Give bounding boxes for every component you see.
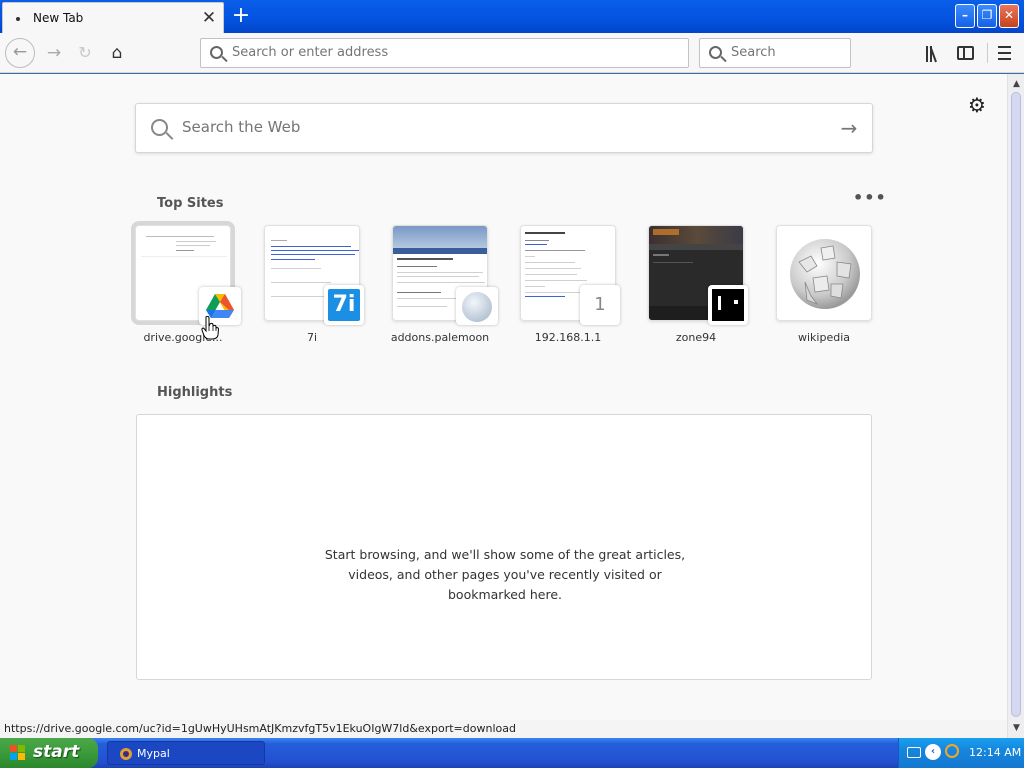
windows-taskbar: start Mypal ‹ 12:14 AM	[0, 738, 1024, 768]
taskbar-item-mypal[interactable]: Mypal	[107, 741, 265, 765]
menu-line	[998, 52, 1011, 54]
tab-label: New Tab	[33, 11, 84, 25]
tab-strip: New Tab ✕ + – ❐ ✕	[0, 0, 1024, 33]
library-icon	[926, 46, 928, 62]
tab-new-tab[interactable]: New Tab ✕	[2, 2, 224, 33]
clock: 12:14 AM	[969, 746, 1022, 759]
library-button[interactable]	[924, 44, 944, 63]
status-bar: https://drive.google.com/uc?id=1gUwHyUHs…	[0, 720, 1007, 738]
scroll-down-arrow-icon[interactable]: ▼	[1009, 720, 1024, 736]
menu-line	[998, 46, 1011, 48]
toolbar-separator	[987, 43, 988, 63]
7i-badge-text: 7i	[328, 289, 360, 321]
windows-logo-icon	[10, 745, 26, 761]
search-bar[interactable]	[699, 38, 851, 68]
vertical-scrollbar[interactable]: ▲ ▼	[1007, 74, 1024, 738]
reload-button[interactable]: ↻	[71, 39, 99, 67]
highlights-panel: Start browsing, and we'll show some of t…	[136, 414, 872, 680]
sidebar-icon[interactable]	[957, 46, 974, 60]
status-link-url: https://drive.google.com/uc?id=1gUwHyUHs…	[4, 722, 516, 735]
maximize-button[interactable]: ❐	[977, 4, 997, 28]
system-tray: ‹ 12:14 AM	[898, 738, 1024, 768]
hamburger-menu-icon[interactable]	[995, 44, 1015, 62]
search-icon	[709, 46, 722, 59]
top-site-label: drive.google...	[143, 331, 223, 344]
zone94-icon	[708, 285, 748, 325]
top-site-label: 192.168.1.1	[534, 331, 602, 344]
back-button[interactable]: ←	[5, 38, 35, 68]
taskbar-item-label: Mypal	[137, 747, 170, 760]
web-search-box[interactable]: →	[135, 103, 873, 153]
home-button[interactable]: ⌂	[103, 39, 131, 67]
top-sites-heading: Top Sites	[157, 196, 224, 211]
site-thumbnail	[776, 225, 872, 321]
tab-indicator-icon	[16, 17, 20, 21]
search-go-arrow-icon[interactable]: →	[836, 116, 862, 140]
scrollbar-thumb[interactable]	[1011, 92, 1021, 717]
top-site-label: wikipedia	[797, 331, 850, 344]
web-search-input[interactable]	[182, 118, 822, 136]
search-icon	[210, 46, 223, 59]
tab-close-button[interactable]: ✕	[198, 7, 220, 29]
wikipedia-globe-icon	[790, 239, 860, 309]
forward-button[interactable]: →	[40, 39, 68, 67]
start-button[interactable]: start	[0, 738, 98, 768]
search-icon	[151, 119, 168, 136]
new-tab-button[interactable]: +	[228, 3, 254, 29]
navigation-toolbar: ← → ↻ ⌂	[0, 33, 1024, 73]
top-site-label: zone94	[675, 331, 717, 344]
new-tab-page: ⚙ → Top Sites ••• drive.google...	[0, 74, 1007, 720]
keyboard-icon[interactable]	[907, 747, 921, 758]
palemoon-icon	[456, 287, 498, 325]
minimize-button[interactable]: –	[955, 4, 975, 28]
settings-gear-icon[interactable]: ⚙	[966, 94, 988, 116]
top-site-label: 7i	[306, 331, 318, 344]
google-drive-icon	[199, 287, 241, 325]
menu-line	[998, 58, 1011, 60]
address-input[interactable]	[232, 45, 682, 60]
close-window-button[interactable]: ✕	[999, 4, 1019, 28]
number-badge-text: 1	[594, 294, 606, 315]
top-site-label: addons.palemoon	[390, 331, 490, 344]
highlights-heading: Highlights	[157, 385, 233, 400]
scroll-up-arrow-icon[interactable]: ▲	[1009, 76, 1024, 92]
mypal-app-icon	[120, 748, 132, 760]
number-badge-icon: 1	[580, 285, 620, 325]
highlights-empty-message: Start browsing, and we'll show some of t…	[324, 547, 686, 602]
search-input[interactable]	[731, 45, 846, 60]
show-hidden-icons-chevron-icon[interactable]: ‹	[925, 744, 941, 760]
search-icon[interactable]	[945, 744, 959, 758]
7i-icon: 7i	[324, 285, 364, 325]
start-label: start	[33, 742, 80, 762]
address-bar[interactable]	[200, 38, 689, 68]
top-sites-more-button[interactable]: •••	[853, 190, 886, 208]
